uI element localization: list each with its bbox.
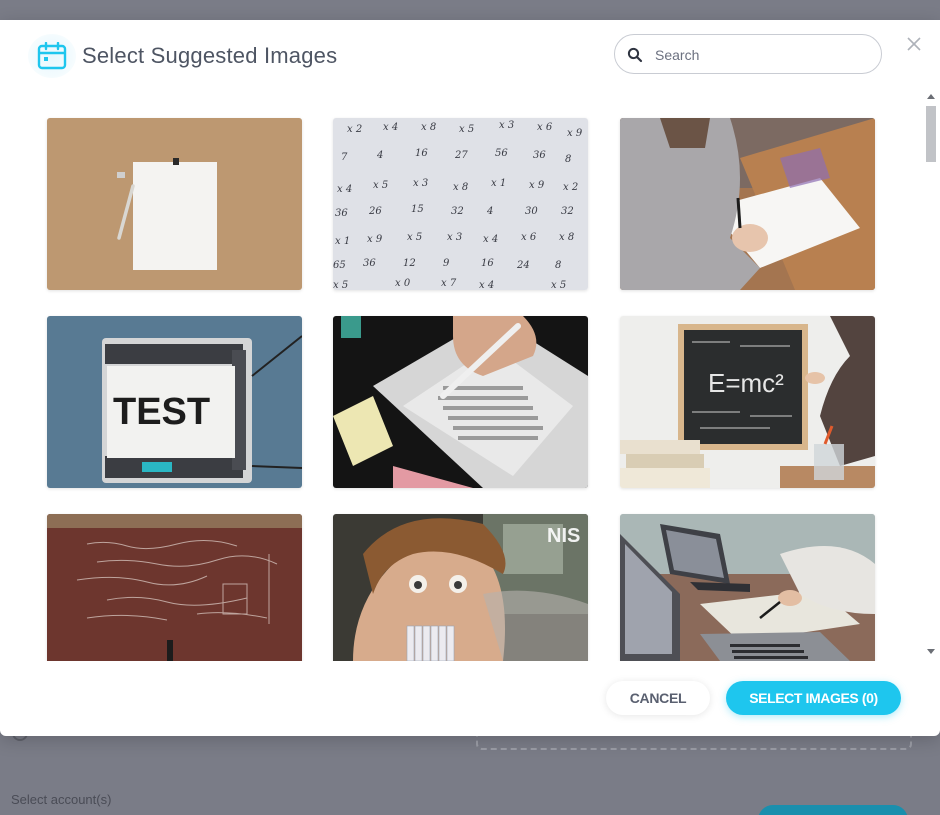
svg-text:x 8: x 8 bbox=[421, 122, 436, 133]
svg-text:x 8: x 8 bbox=[559, 232, 574, 243]
image-tile-student-writing[interactable] bbox=[620, 118, 875, 290]
close-icon bbox=[907, 37, 921, 51]
svg-text:8: 8 bbox=[565, 154, 571, 165]
answer-sheet-image bbox=[333, 316, 588, 488]
svg-text:x 8: x 8 bbox=[453, 182, 468, 193]
svg-text:36: 36 bbox=[533, 150, 546, 161]
svg-text:x 9: x 9 bbox=[567, 128, 583, 139]
svg-text:65: 65 bbox=[333, 260, 346, 271]
svg-text:x 2: x 2 bbox=[347, 124, 362, 135]
test-printer-caption: TEST bbox=[113, 391, 210, 433]
boy-with-pencils-image: NIS bbox=[333, 514, 588, 661]
search-icon bbox=[627, 47, 643, 63]
background-primary-button bbox=[758, 805, 908, 815]
svg-text:x 4: x 4 bbox=[383, 122, 398, 133]
svg-text:8: 8 bbox=[555, 260, 561, 271]
image-tile-math-worksheet[interactable]: x 2 x 4 x 8 x 5 x 3 x 6 x 9 7 4 16 27 56 36 8 x 4 x 5… bbox=[333, 118, 588, 290]
search-input[interactable] bbox=[653, 44, 867, 66]
image-tile-blank-paper[interactable] bbox=[47, 118, 302, 290]
svg-text:x 1: x 1 bbox=[491, 178, 506, 189]
select-images-button[interactable]: SELECT IMAGES (0) bbox=[726, 681, 901, 715]
svg-text:56: 56 bbox=[495, 148, 508, 159]
modal-title: Select Suggested Images bbox=[82, 43, 338, 68]
svg-text:4: 4 bbox=[486, 206, 493, 217]
chalkboard-emc2-image: E=mc² bbox=[620, 316, 875, 488]
svg-text:x 4: x 4 bbox=[337, 184, 352, 195]
modal-header: Select Suggested Images bbox=[0, 20, 940, 90]
svg-text:x 7: x 7 bbox=[441, 278, 457, 289]
svg-text:x 3: x 3 bbox=[447, 232, 462, 243]
scroll-down-icon[interactable] bbox=[927, 649, 935, 654]
image-grid-scroll-area[interactable]: x 2 x 4 x 8 x 5 x 3 x 6 x 9 7 4 16 27 56 36 8 x 4 x 5… bbox=[0, 90, 940, 661]
svg-text:4: 4 bbox=[376, 150, 383, 161]
red-chalkboard-image bbox=[47, 514, 302, 661]
svg-text:16: 16 bbox=[481, 258, 494, 269]
close-button[interactable] bbox=[904, 34, 924, 54]
svg-text:x 6: x 6 bbox=[537, 122, 553, 133]
image-tile-red-chalkboard[interactable] bbox=[47, 514, 302, 661]
svg-text:x 4: x 4 bbox=[479, 280, 494, 290]
image-tile-answer-sheet[interactable] bbox=[333, 316, 588, 488]
test-printer-image: TEST bbox=[47, 316, 302, 488]
svg-text:x 5: x 5 bbox=[459, 124, 474, 135]
scroll-up-icon[interactable] bbox=[927, 94, 935, 99]
svg-text:x 5: x 5 bbox=[333, 280, 348, 290]
image-tile-chalkboard[interactable]: E=mc² bbox=[620, 316, 875, 488]
svg-text:9: 9 bbox=[443, 258, 450, 269]
svg-text:x 9: x 9 bbox=[367, 234, 383, 245]
svg-text:x 9: x 9 bbox=[529, 180, 545, 191]
svg-text:30: 30 bbox=[525, 206, 538, 217]
boy-image-caption: NIS bbox=[547, 525, 580, 547]
calendar-icon bbox=[28, 34, 76, 78]
chalkboard-caption: E=mc² bbox=[708, 368, 784, 398]
svg-text:x 5: x 5 bbox=[373, 180, 388, 191]
svg-text:x 1: x 1 bbox=[335, 236, 350, 247]
svg-text:15: 15 bbox=[411, 204, 424, 215]
select-images-modal: Select Suggested Images Search x 2 x 4 x… bbox=[0, 20, 940, 736]
svg-text:7: 7 bbox=[341, 152, 348, 163]
scroll-thumb[interactable] bbox=[926, 106, 936, 162]
image-tile-test-printer[interactable]: TEST bbox=[47, 316, 302, 488]
svg-text:36: 36 bbox=[363, 258, 376, 269]
blank-paper-pencil-image bbox=[47, 118, 302, 290]
svg-text:x 4: x 4 bbox=[483, 234, 498, 245]
vertical-scrollbar[interactable] bbox=[924, 90, 938, 661]
image-tile-boy-pencils[interactable]: NIS bbox=[333, 514, 588, 661]
svg-text:26: 26 bbox=[368, 206, 382, 217]
svg-text:x 6: x 6 bbox=[521, 232, 537, 243]
svg-text:x 3: x 3 bbox=[499, 120, 514, 131]
search-box[interactable] bbox=[614, 34, 882, 74]
svg-text:32: 32 bbox=[561, 206, 574, 217]
cancel-button[interactable]: CANCEL bbox=[606, 681, 710, 715]
svg-text:12: 12 bbox=[403, 258, 416, 269]
math-worksheet-image: x 2 x 4 x 8 x 5 x 3 x 6 x 9 7 4 16 27 56 36 8 x 4 x 5… bbox=[333, 118, 588, 290]
select-accounts-label: Select account(s) bbox=[11, 792, 112, 807]
image-tile-laptop-notes[interactable] bbox=[620, 514, 875, 661]
svg-text:24: 24 bbox=[516, 260, 530, 271]
svg-text:36: 36 bbox=[335, 208, 348, 219]
svg-text:x 3: x 3 bbox=[413, 178, 428, 189]
svg-text:x 5: x 5 bbox=[407, 232, 422, 243]
laptop-notes-image bbox=[620, 514, 875, 661]
svg-text:27: 27 bbox=[454, 150, 468, 161]
svg-text:x 5: x 5 bbox=[551, 280, 566, 290]
svg-text:x 2: x 2 bbox=[563, 182, 578, 193]
student-writing-image bbox=[620, 118, 875, 290]
svg-text:32: 32 bbox=[451, 206, 464, 217]
svg-text:16: 16 bbox=[415, 148, 428, 159]
svg-text:x 0: x 0 bbox=[395, 278, 411, 289]
